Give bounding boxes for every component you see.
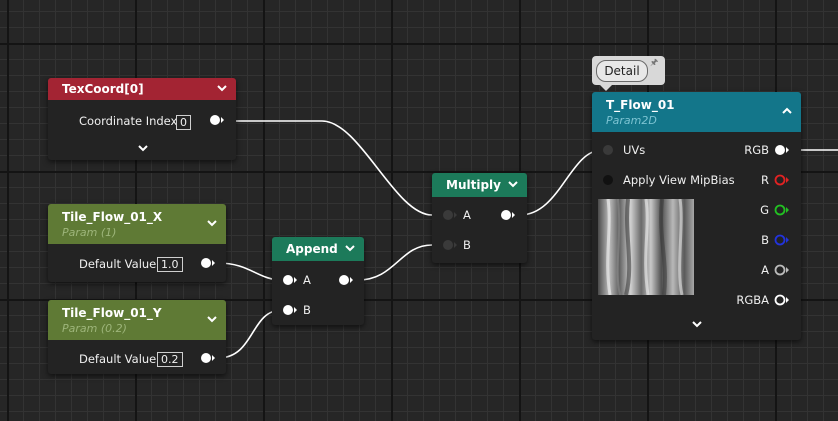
- chevron-down-icon[interactable]: [206, 217, 218, 229]
- uvs-input-pin-icon[interactable]: [602, 144, 616, 156]
- node-title: Multiply: [446, 178, 501, 192]
- pin-b-label: B: [303, 303, 311, 317]
- mipbias-input-pin-icon[interactable]: [602, 174, 616, 186]
- tile-flow-y-node[interactable]: Tile_Flow_01_Y Param (0.2) Default Value…: [48, 300, 226, 374]
- pin-a-label: A: [303, 273, 311, 287]
- default-value-field[interactable]: 0.2: [157, 352, 183, 367]
- texcoord-node[interactable]: TexCoord[0] Coordinate Index 0: [48, 78, 236, 160]
- node-title: Tile_Flow_01_Y: [62, 306, 162, 320]
- input-pin-a-icon[interactable]: [282, 274, 298, 286]
- detail-tooltip: Detail 🖈: [592, 56, 665, 91]
- chevron-up-icon[interactable]: [781, 105, 793, 117]
- r-output-label: R: [761, 173, 769, 187]
- tooltip-tail: [600, 85, 612, 91]
- node-title: Tile_Flow_01_X: [62, 210, 163, 224]
- g-output-label: G: [760, 203, 769, 217]
- input-pin-b-icon[interactable]: [442, 239, 458, 251]
- rgba-output-pin-icon[interactable]: [774, 294, 790, 306]
- rgb-output-pin-icon[interactable]: [774, 144, 790, 156]
- chevron-down-icon[interactable]: [216, 82, 228, 94]
- rgba-output-label: RGBA: [736, 293, 769, 307]
- expand-chevron-icon[interactable]: [691, 321, 703, 329]
- texture-header[interactable]: T_Flow_01 Param2D: [592, 92, 801, 132]
- node-title: T_Flow_01: [606, 98, 675, 112]
- a-output-label: A: [761, 263, 769, 277]
- pin-a-label: A: [463, 208, 471, 222]
- wire-append-to-multiply-b: [357, 244, 433, 281]
- node-title: Append: [286, 242, 338, 256]
- multiply-header[interactable]: Multiply: [432, 173, 527, 197]
- output-pin-icon[interactable]: [338, 274, 354, 286]
- coordinate-index-label: Coordinate Index: [79, 114, 178, 128]
- expand-chevron-icon[interactable]: [137, 145, 149, 153]
- input-pin-a-icon[interactable]: [442, 209, 458, 221]
- pin-icon[interactable]: 🖈: [650, 59, 658, 68]
- rgb-output-label: RGB: [744, 143, 769, 157]
- append-node[interactable]: Append A B: [272, 237, 364, 325]
- texture-thumbnail: [598, 198, 694, 296]
- apply-view-mipbias-label: Apply View MipBias: [623, 173, 735, 187]
- tile-flow-x-node[interactable]: Tile_Flow_01_X Param (1) Default Value 1…: [48, 204, 226, 282]
- output-pin-icon[interactable]: [200, 352, 216, 364]
- multiply-node[interactable]: Multiply A B: [432, 173, 527, 263]
- texcoord-header[interactable]: TexCoord[0]: [48, 78, 236, 100]
- default-value-label: Default Value: [79, 257, 157, 271]
- coordinate-index-field[interactable]: 0: [176, 115, 191, 130]
- b-output-label: B: [761, 233, 769, 247]
- chevron-down-icon[interactable]: [206, 313, 218, 325]
- node-subtitle: Param2D: [606, 114, 657, 127]
- node-subtitle: Param (1): [62, 226, 117, 239]
- wire-texcoord-to-multiply-a: [230, 120, 433, 216]
- node-subtitle: Param (0.2): [62, 322, 127, 335]
- output-pin-icon[interactable]: [200, 257, 216, 269]
- tile-flow-y-header[interactable]: Tile_Flow_01_Y Param (0.2): [48, 300, 226, 340]
- b-output-pin-icon[interactable]: [774, 234, 790, 246]
- detail-button[interactable]: Detail: [596, 60, 648, 82]
- a-output-pin-icon[interactable]: [774, 264, 790, 276]
- output-pin-icon[interactable]: [209, 114, 225, 126]
- chevron-down-icon[interactable]: [507, 178, 519, 190]
- g-output-pin-icon[interactable]: [774, 204, 790, 216]
- input-pin-b-icon[interactable]: [282, 304, 298, 316]
- output-pin-icon[interactable]: [500, 209, 516, 221]
- default-value-field[interactable]: 1.0: [157, 257, 183, 272]
- pin-b-label: B: [463, 238, 471, 252]
- tile-flow-x-header[interactable]: Tile_Flow_01_X Param (1): [48, 204, 226, 244]
- append-header[interactable]: Append: [272, 237, 364, 261]
- chevron-down-icon[interactable]: [344, 242, 356, 254]
- wire-multiply-to-texture-uvs: [519, 149, 603, 216]
- node-title: TexCoord[0]: [62, 82, 144, 96]
- r-output-pin-icon[interactable]: [774, 174, 790, 186]
- uvs-label: UVs: [623, 143, 646, 157]
- default-value-label: Default Value: [79, 352, 157, 366]
